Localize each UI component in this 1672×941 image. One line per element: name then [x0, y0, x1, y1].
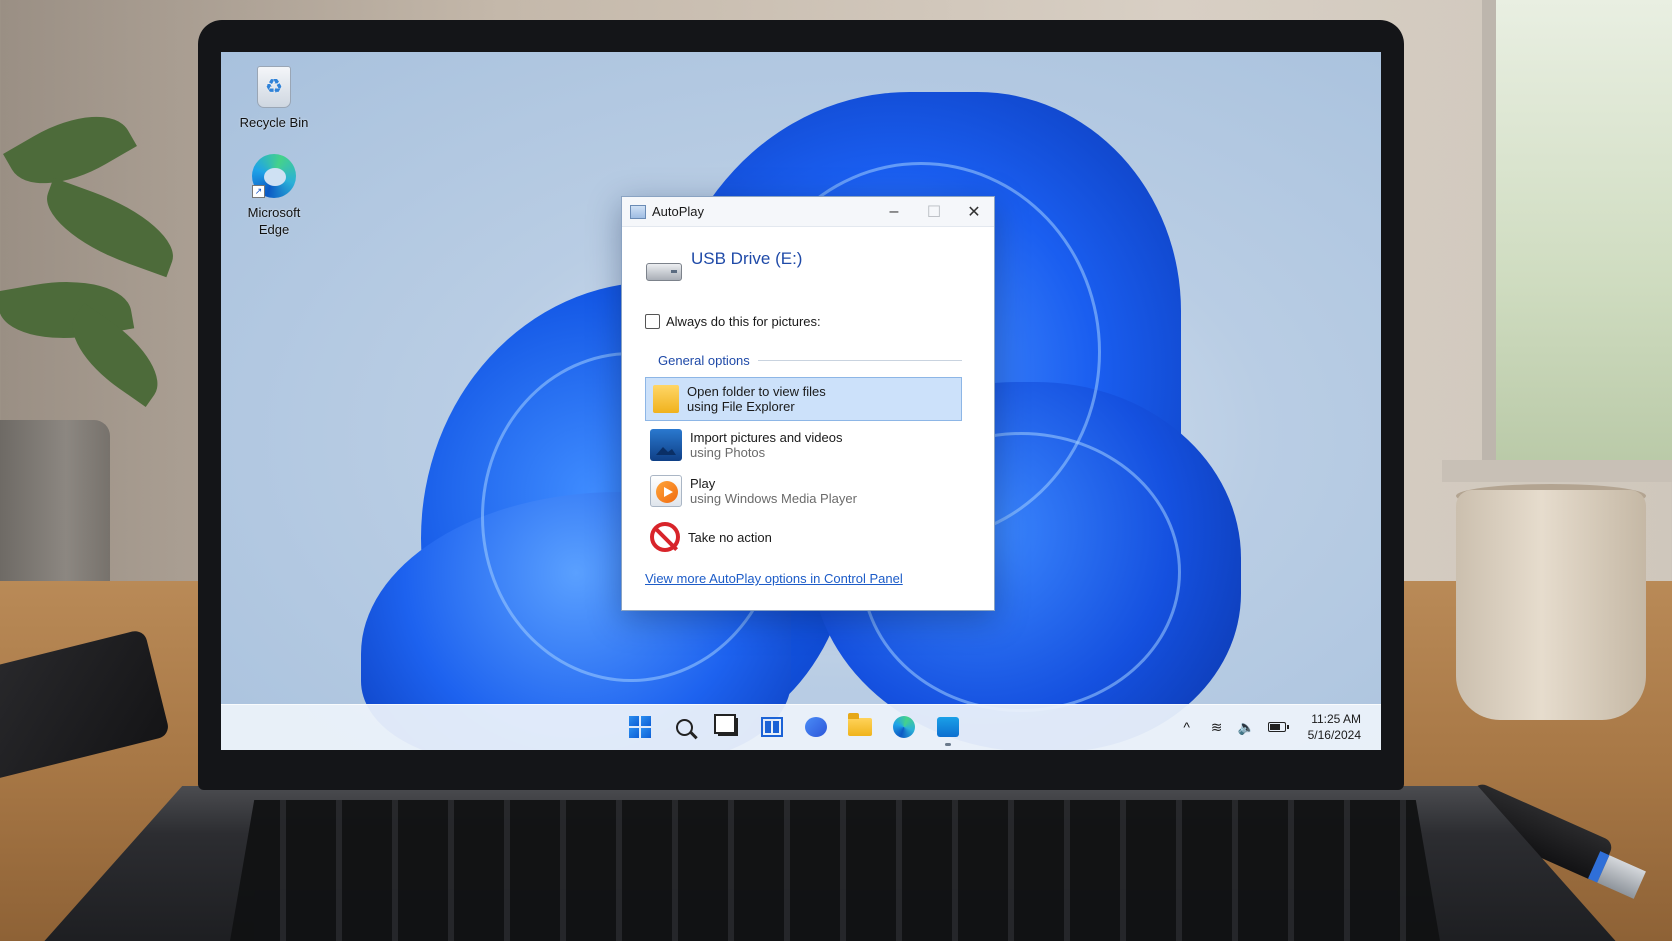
option-take-no-action[interactable]: Take no action [645, 515, 962, 559]
media-player-icon [650, 475, 682, 507]
option-title: Import pictures and videos [690, 430, 843, 445]
start-button[interactable] [627, 714, 653, 740]
clock[interactable]: 11:25 AM 5/16/2024 [1308, 711, 1361, 743]
room-window [1482, 0, 1672, 470]
volume-icon[interactable]: 🔈 [1238, 719, 1256, 736]
group-title: General options [658, 352, 750, 368]
option-title: Play [690, 476, 716, 491]
group-divider [757, 359, 962, 361]
recycle-bin-icon: ♻ [257, 66, 291, 108]
option-subtitle: using Photos [690, 445, 766, 460]
shortcut-arrow-icon: ↗ [252, 185, 265, 198]
edge-label-line1: Microsoft [247, 205, 301, 220]
task-view-icon [714, 714, 738, 736]
control-panel-link[interactable]: View more AutoPlay options in Control Pa… [645, 571, 994, 586]
always-do-this-label: Always do this for pictures: [666, 313, 821, 329]
taskbar-apps [627, 713, 961, 746]
recycle-bin-shortcut[interactable]: ♻ Recycle Bin [224, 66, 324, 131]
store-icon [937, 717, 959, 737]
start-icon [629, 716, 651, 738]
option-subtitle: using File Explorer [687, 399, 795, 414]
widgets-button[interactable] [759, 714, 785, 740]
search-icon [675, 718, 693, 736]
folder-icon [653, 385, 679, 413]
coffee-mug [1456, 490, 1646, 720]
file-explorer-button[interactable] [847, 713, 873, 740]
autoplay-window-icon [630, 204, 646, 219]
battery-icon[interactable] [1267, 722, 1289, 732]
widgets-icon [761, 717, 783, 737]
always-do-this-row[interactable]: Always do this for pictures: [622, 301, 994, 341]
option-open-folder[interactable]: Open folder to view files using File Exp… [645, 377, 962, 421]
file-explorer-icon [848, 713, 872, 736]
autoplay-dialog: AutoPlay – ☐ ✕ USB Drive (E:) Always do … [621, 196, 995, 611]
keyboard [230, 800, 1440, 941]
dialog-titlebar[interactable]: AutoPlay – ☐ ✕ [622, 197, 994, 227]
option-import-pictures[interactable]: Import pictures and videos using Photos [645, 423, 962, 467]
running-indicator [945, 743, 951, 746]
option-play[interactable]: Play using Windows Media Player [645, 469, 962, 513]
chat-icon [805, 717, 827, 737]
search-button[interactable] [671, 714, 697, 740]
task-view-button[interactable] [714, 714, 741, 740]
desktop-screen: ♻ Recycle Bin ↗ Microsoft Edge AutoPlay … [221, 52, 1381, 750]
maximize-button: ☐ [926, 203, 942, 221]
option-subtitle: using Windows Media Player [690, 491, 857, 506]
device-header: USB Drive (E:) [622, 227, 994, 301]
minimize-button[interactable]: – [874, 197, 914, 227]
chat-button[interactable] [803, 714, 829, 740]
taskbar: ^ ≋ 🔈 11:25 AM 5/16/2024 [221, 704, 1381, 750]
always-do-this-checkbox[interactable] [645, 313, 660, 329]
system-tray: ^ ≋ 🔈 11:25 AM 5/16/2024 [1178, 711, 1361, 743]
wifi-icon[interactable]: ≋ [1208, 719, 1226, 736]
edge-icon [893, 716, 915, 738]
store-button[interactable] [935, 714, 961, 746]
option-title: Open folder to view files [687, 384, 826, 399]
close-button[interactable]: ✕ [954, 197, 994, 227]
edge-icon: ↗ [252, 154, 296, 198]
device-name: USB Drive (E:) [691, 249, 803, 268]
usb-drive-icon [646, 263, 682, 281]
no-action-icon [650, 522, 680, 552]
option-title: Take no action [688, 529, 772, 545]
recycle-bin-label: Recycle Bin [239, 115, 309, 130]
dialog-title: AutoPlay [652, 204, 705, 219]
clock-time: 11:25 AM [1311, 712, 1361, 726]
general-options-header: General options [622, 345, 994, 375]
photos-icon [650, 429, 682, 461]
edge-button[interactable] [891, 714, 917, 740]
chevron-up-icon[interactable]: ^ [1178, 719, 1196, 735]
clock-date: 5/16/2024 [1307, 728, 1361, 742]
edge-label-line2: Edge [258, 222, 290, 237]
plant-leaf [34, 177, 186, 278]
edge-shortcut[interactable]: ↗ Microsoft Edge [224, 154, 324, 238]
window-sill [1442, 460, 1672, 482]
